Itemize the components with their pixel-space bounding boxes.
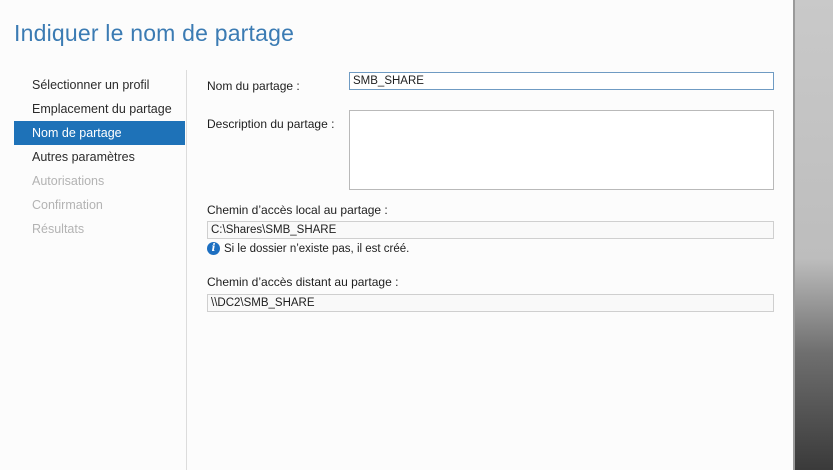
nav-divider (186, 70, 187, 470)
share-name-label: Nom du partage : (207, 79, 300, 93)
page-title: Indiquer le nom de partage (14, 20, 295, 46)
nav-item-share-location[interactable]: Emplacement du partage (14, 97, 185, 121)
description-label: Description du partage : (207, 117, 335, 131)
nav-item-results: Résultats (32, 222, 85, 236)
nav-item-confirmation: Confirmation (32, 198, 103, 212)
nav-item-permissions: Autorisations (32, 174, 105, 188)
background-window (793, 0, 833, 470)
local-path-label: Chemin d’accès local au partage : (207, 203, 388, 217)
remote-path-field[interactable] (207, 294, 774, 312)
nav-item-share-name[interactable]: Nom de partage (14, 121, 185, 145)
window-edge (793, 0, 795, 470)
info-text: Si le dossier n’existe pas, il est créé. (224, 242, 410, 255)
nav-item-other-settings[interactable]: Autres paramètres (14, 145, 185, 169)
wizard-dialog: Indiquer le nom de partage Sélectionner … (0, 0, 793, 470)
wizard-nav: Sélectionner un profil Emplacement du pa… (14, 73, 185, 241)
remote-path-label: Chemin d’accès distant au partage : (207, 275, 399, 289)
share-name-input[interactable] (349, 72, 774, 90)
nav-item-select-profile[interactable]: Sélectionner un profil (14, 73, 185, 97)
info-icon: i (207, 242, 220, 255)
local-path-field[interactable] (207, 221, 774, 239)
info-message: i Si le dossier n’existe pas, il est cré… (207, 242, 409, 255)
description-textarea[interactable] (349, 110, 774, 190)
